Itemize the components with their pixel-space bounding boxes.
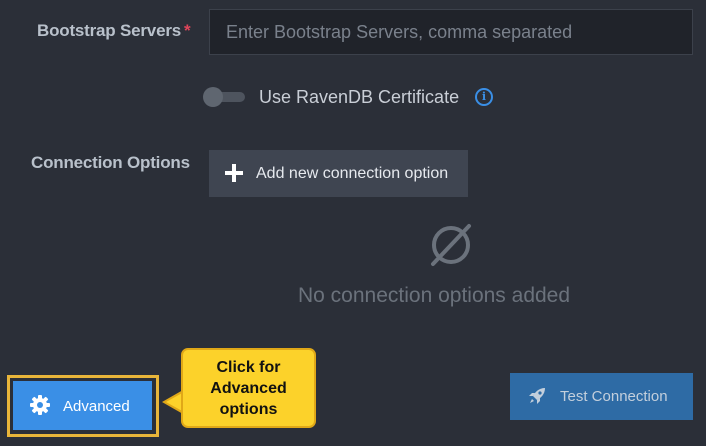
use-ravendb-certificate-toggle[interactable] (203, 87, 245, 107)
test-connection-label: Test Connection (560, 388, 668, 405)
bootstrap-servers-label-text: Bootstrap Servers (37, 21, 181, 40)
add-new-connection-option-button[interactable]: Add new connection option (209, 150, 468, 197)
rocket-icon (529, 388, 545, 404)
bootstrap-servers-label: Bootstrap Servers * (37, 21, 191, 41)
info-circle-icon[interactable]: i (475, 88, 493, 106)
callout-line: Click for (216, 359, 281, 376)
plus-icon (225, 164, 243, 182)
advanced-button[interactable]: Advanced (13, 381, 152, 430)
advanced-options-callout: Click for Advanced options (181, 348, 316, 428)
add-new-connection-option-label: Add new connection option (256, 165, 449, 182)
required-marker: * (184, 21, 191, 40)
gear-icon (30, 395, 50, 415)
toggle-knob (203, 87, 223, 107)
empty-set-icon (431, 224, 471, 266)
empty-state-message: No connection options added (298, 284, 571, 307)
test-connection-button[interactable]: Test Connection (510, 373, 693, 420)
callout-line: options (219, 401, 278, 418)
advanced-button-label: Advanced (63, 398, 130, 415)
connection-options-label: Connection Options (31, 153, 190, 172)
bootstrap-servers-input[interactable] (209, 9, 693, 55)
use-ravendb-certificate-label[interactable]: Use RavenDB Certificate (259, 87, 459, 108)
callout-line: Advanced (210, 380, 287, 397)
